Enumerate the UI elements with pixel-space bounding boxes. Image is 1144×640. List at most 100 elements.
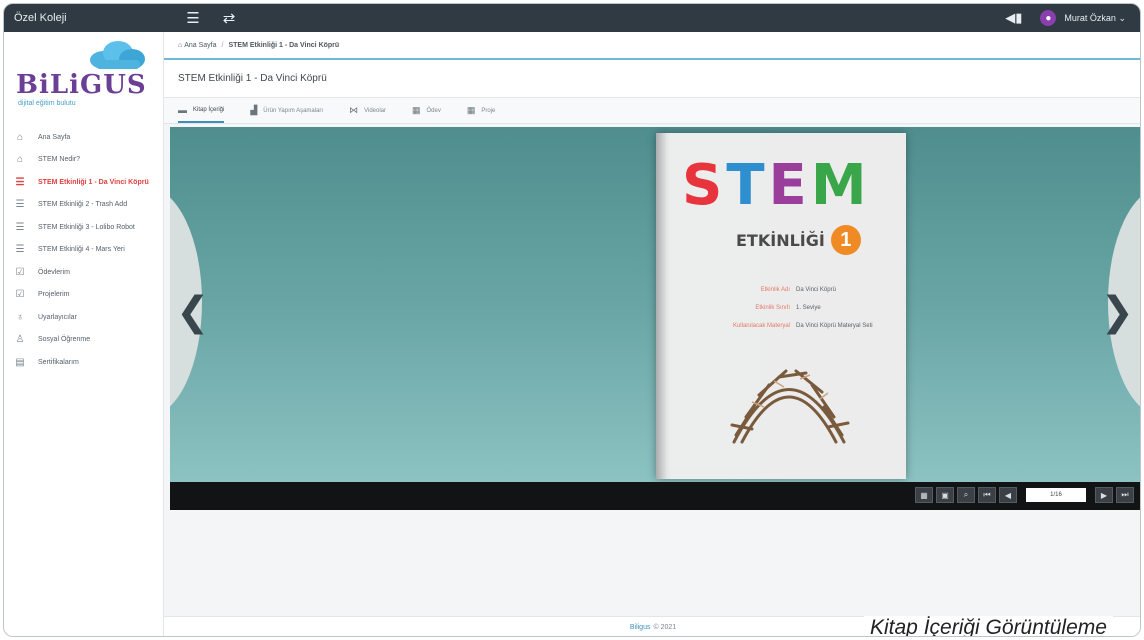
sidebar-item-home[interactable]: ⌂ Ana Sayfa [4,126,163,149]
brand-tagline: dijital eğitim bulutu [18,100,76,107]
list-icon: ☰ [15,221,25,233]
breadcrumb-separator: / [221,41,224,49]
sidebar-item-stem-4[interactable]: ☰ STEM Etkinliği 4 - Mars Yeri [4,239,163,262]
sidebar-item-label: STEM Etkinliği 4 - Mars Yeri [38,246,125,254]
footer-copyright: © 2021 [653,624,677,631]
chevron-right-icon[interactable]: ❯ [1100,289,1134,335]
switch-icon[interactable]: ⇄ [220,9,238,27]
sidebar-item-stem-nedir[interactable]: ⌂ STEM Nedir? [4,149,163,172]
meta-key: Etkinlik Adı [760,287,790,293]
tab-homework[interactable]: ▦ Ödev [412,98,441,123]
breadcrumb: ⌂ Ana Sayfa / STEM Etkinliği 1 - Da Vinc… [164,32,1140,60]
people-icon: ♙ [15,334,25,346]
sidebar-item-projects[interactable]: ☑ Projelerim [4,284,163,307]
sidebar: BiLiGUS dijital eğitim bulutu ⌂ Ana Sayfa… [4,32,164,636]
tab-book-content[interactable]: ▬ Kitap İçeriği [178,98,225,123]
prev-page-icon[interactable]: ◀ [999,487,1017,503]
sidebar-item-label: STEM Etkinliği 1 - Da Vinci Köprü [38,178,149,186]
stem-title: STEM [682,153,871,218]
thumbnails-icon[interactable]: ▦ [915,487,933,503]
logo[interactable]: BiLiGUS dijital eğitim bulutu [4,32,163,122]
activity-number: 1 [830,225,861,255]
calendar-icon: ▦ [412,105,421,115]
brand-name: BiLiGUS [16,70,147,100]
calendar-icon: ▦ [466,105,476,115]
sidebar-item-label: STEM Nedir? [38,156,81,164]
list-icon: ☰ [15,176,25,188]
avatar[interactable]: ● [1040,10,1057,26]
app-window: Özel Koleji ☰ ⇄ ◀▮ ● Murat Özkan ⌄ BiLiG… [3,3,1141,637]
activity-word: ETKİNLİĞİ [736,230,825,250]
last-page-icon[interactable]: ⏭ [1116,487,1134,503]
sidebar-item-label: Projelerim [38,291,70,299]
tab-label: Ödev [426,107,441,114]
announcement-icon[interactable]: ◀▮ [1005,10,1022,26]
tab-label: Proje [481,107,496,114]
certificate-icon: ▤ [15,356,25,368]
sidebar-item-label: STEM Etkinliği 2 - Trash Add [38,201,128,209]
tab-videos[interactable]: ⋈ Videolar [349,98,386,123]
meta-value: Da Vinci Köprü Materyal Seti [796,323,873,329]
sidebar-item-label: Uyarlayıcılar [38,313,77,321]
page-title: STEM Etkinliği 1 - Da Vinci Köprü [164,60,1140,98]
book-spine [656,133,666,479]
top-bar: Özel Koleji ☰ ⇄ ◀▮ ● Murat Özkan ⌄ [4,4,1140,32]
school-name: Özel Koleji [14,12,67,24]
meta-row: Etkinlik Sınıfı 1. Seviye [696,299,896,317]
tab-label: Kitap İçeriği [193,106,225,113]
next-page-icon[interactable]: ▶ [1095,487,1113,503]
meta-key: Etkinlik Sınıfı [755,305,790,311]
cloud-logo-icon [90,41,145,69]
meta-value: Da Vinci Köprü [796,287,836,293]
breadcrumb-home[interactable]: Ana Sayfa [184,42,216,49]
stem-letter-s: S [682,153,727,218]
user-menu[interactable]: Murat Özkan ⌄ [1064,13,1126,24]
sidebar-item-social[interactable]: ♙ Sosyal Öğrenme [4,329,163,352]
sidebar-item-label: STEM Etkinliği 3 - Lolibo Robot [38,223,135,231]
sidebar-item-certificates[interactable]: ▤ Sertifikalarım [4,351,163,374]
sidebar-item-label: Ana Sayfa [38,133,71,141]
first-page-icon[interactable]: ⏮ [978,487,996,503]
tab-label: Ürün Yapım Aşamaları [263,107,324,114]
controls-group: ▦ ▣ ⌕ ⏮ ◀ 1/16 ▶ ⏭ [915,487,1134,503]
tab-production-steps[interactable]: ▟ Ürün Yapım Aşamaları [250,98,323,123]
zoom-icon[interactable]: ⌕ [957,487,975,503]
book-icon: ▬ [178,104,187,115]
main-content: ⌂ Ana Sayfa / STEM Etkinliği 1 - Da Vinc… [164,32,1140,636]
pin-icon: ♁ [16,311,24,323]
homework-icon: ☑ [15,266,25,278]
menu-toggle-icon[interactable]: ☰ [184,9,202,27]
home-icon: ⌂ [16,154,24,166]
print-icon[interactable]: ▣ [936,487,954,503]
sidebar-item-label: Sosyal Öğrenme [38,336,91,344]
screenshot-caption: Kitap İçeriği Görüntüleme [864,616,1113,636]
sidebar-item-adapters[interactable]: ♁ Uyarlayıcılar [4,306,163,329]
meta-row: Kullanılacak Materyal Da Vinci Köprü Mate… [696,317,896,335]
page-indicator[interactable]: 1/16 [1026,488,1086,502]
chevron-left-icon[interactable]: ❮ [176,289,210,335]
project-icon: ☑ [15,289,25,301]
video-icon: ⋈ [349,105,359,115]
book-cover[interactable]: STEM ETKİNLİĞİ 1 Etkinlik Adı Da Vinci Kö… [656,133,906,479]
tab-bar: ▬ Kitap İçeriği ▟ Ürün Yapım Aşamaları ⋈ Vi… [164,98,1140,124]
sidebar-item-stem-3[interactable]: ☰ STEM Etkinliği 3 - Lolibo Robot [4,216,163,239]
sidebar-item-homework[interactable]: ☑ Ödevlerim [4,261,163,284]
sidebar-item-stem-1[interactable]: ☰ STEM Etkinliği 1 - Da Vinci Köprü [4,171,163,194]
list-icon: ☰ [15,244,25,256]
activity-subtitle: ETKİNLİĞİ 1 [736,225,861,255]
sidebar-item-label: Ödevlerim [38,268,70,276]
flipbook-viewer: ❮ ❯ STEM ETKİNLİĞİ 1 Etkinlik Adı Da Vinc… [170,127,1140,482]
chart-icon: ▟ [250,105,258,115]
meta-row: Etkinlik Adı Da Vinci Köprü [696,281,896,299]
breadcrumb-current: STEM Etkinliği 1 - Da Vinci Köprü [228,41,340,49]
viewer-controls: ▦ ▣ ⌕ ⏮ ◀ 1/16 ▶ ⏭ [170,482,1140,510]
sidebar-item-stem-2[interactable]: ☰ STEM Etkinliği 2 - Trash Add [4,194,163,217]
tab-project[interactable]: ▦ Proje [467,98,496,123]
stem-letter-e: E [768,153,811,218]
sidebar-nav: ⌂ Ana Sayfa ⌂ STEM Nedir? ☰ STEM Etkinliği … [4,122,163,374]
tab-label: Videolar [364,107,386,114]
sidebar-item-label: Sertifikalarım [38,358,79,366]
stem-letter-m: M [810,153,871,218]
footer-brand-link[interactable]: Biligus [630,624,651,631]
stem-letter-t: T [726,153,769,218]
